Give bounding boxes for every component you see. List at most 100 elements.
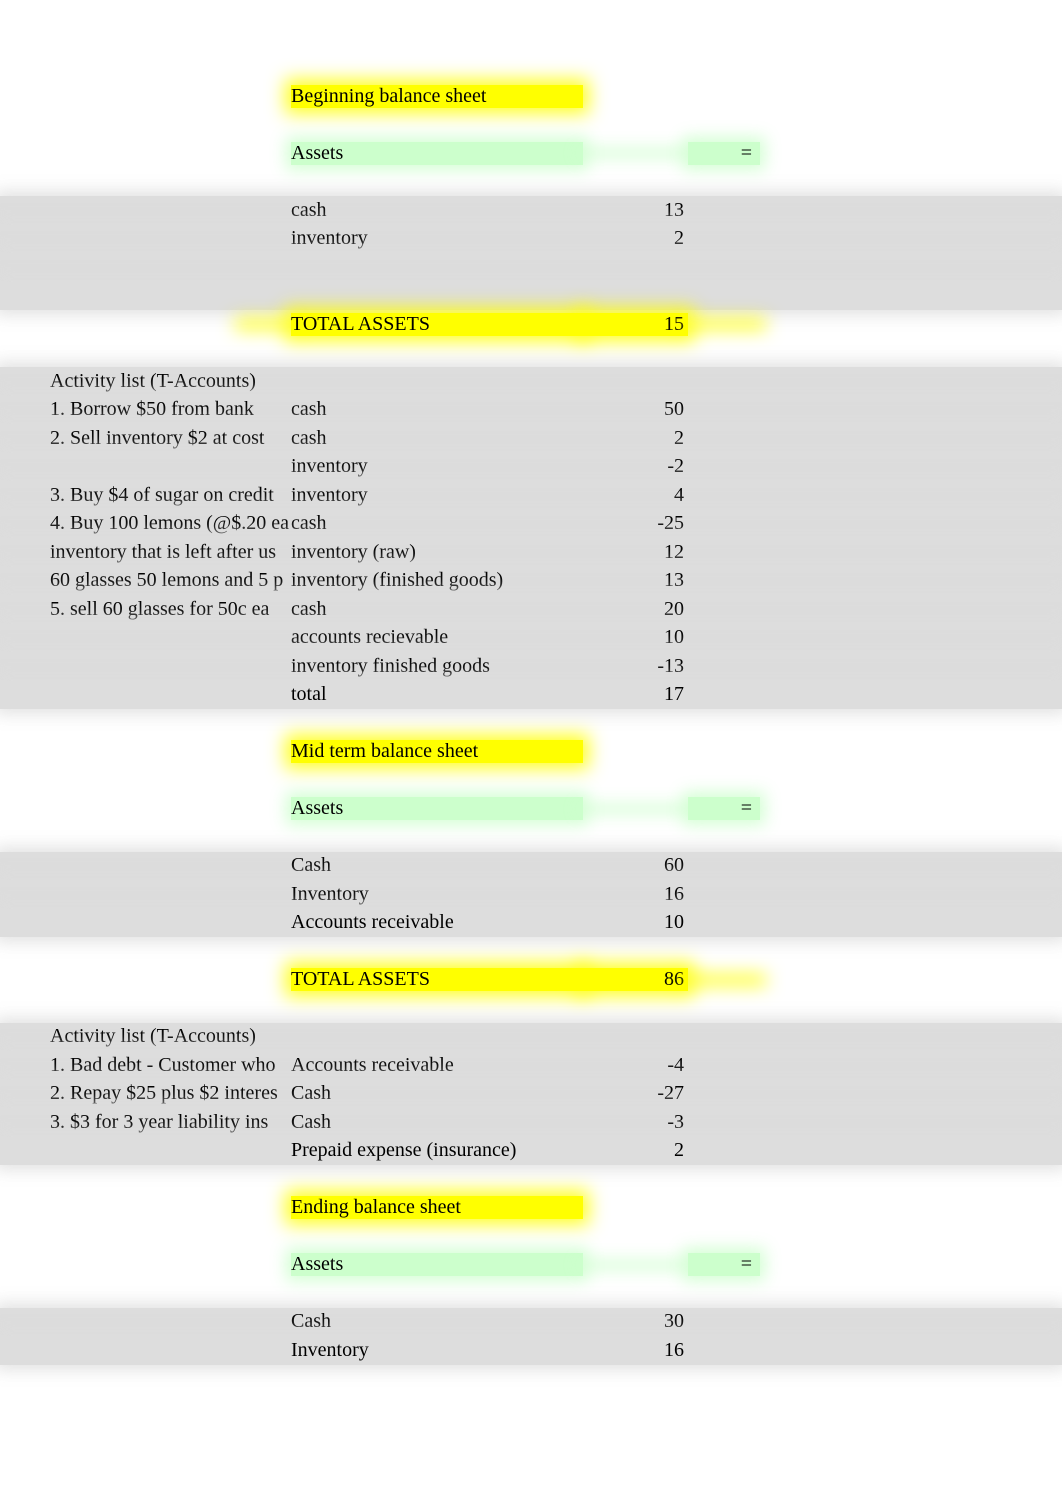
- activity-account: accounts recievable: [291, 626, 583, 649]
- activity-row: 1. Bad debt - Customer who Accounts rece…: [0, 1051, 1062, 1080]
- spacer-row: [0, 1279, 1062, 1308]
- activity-desc: 1. Borrow $50 from bank: [0, 398, 291, 421]
- asset-value: 16: [583, 883, 688, 906]
- activity-row: 3. $3 for 3 year liability ins Cash -3: [0, 1108, 1062, 1137]
- spacer-row: [0, 1165, 1062, 1194]
- asset-row: Inventory 16: [0, 880, 1062, 909]
- asset-label: Inventory: [291, 1339, 583, 1362]
- assets-label: Assets: [291, 1253, 583, 1276]
- activity-account: cash: [291, 512, 583, 535]
- activity-account: inventory (finished goods): [291, 569, 583, 592]
- activity-account: inventory (raw): [291, 541, 583, 564]
- activity-value: 20: [583, 598, 688, 621]
- spacer-row: [0, 766, 1062, 795]
- asset-value: 30: [583, 1310, 688, 1333]
- activity-value: 50: [583, 398, 688, 421]
- spacer-row: [0, 994, 1062, 1023]
- asset-row: Accounts receivable 10: [0, 909, 1062, 938]
- activity-value: 12: [583, 541, 688, 564]
- activity-desc: 1. Bad debt - Customer who: [0, 1054, 291, 1077]
- section-title-row: Beginning balance sheet: [0, 82, 1062, 111]
- assets-header-row: Assets =: [0, 1251, 1062, 1280]
- activity-value: 4: [583, 484, 688, 507]
- mid-title: Mid term balance sheet: [291, 740, 583, 763]
- spacer-row: [0, 709, 1062, 738]
- activity-account: cash: [291, 427, 583, 450]
- assets-header-row: Assets =: [0, 795, 1062, 824]
- activity-row: 2. Sell inventory $2 at cost cash 2: [0, 424, 1062, 453]
- activity-value: -25: [583, 512, 688, 535]
- activity-value: 10: [583, 626, 688, 649]
- activity-row: 3. Buy $4 of sugar on credit inventory 4: [0, 481, 1062, 510]
- activity-account: Cash: [291, 1111, 583, 1134]
- ending-title: Ending balance sheet: [291, 1196, 583, 1219]
- spacer-row: [0, 282, 1062, 311]
- assets-header-row: Assets =: [0, 139, 1062, 168]
- activity-account: inventory finished goods: [291, 655, 583, 678]
- asset-value: 60: [583, 854, 688, 877]
- asset-row: Cash 60: [0, 852, 1062, 881]
- activity-account: Prepaid expense (insurance): [291, 1139, 583, 1162]
- activity-value: 13: [583, 569, 688, 592]
- activity-value: 2: [583, 1139, 688, 1162]
- activity-row: 2. Repay $25 plus $2 interes Cash -27: [0, 1080, 1062, 1109]
- activity-value: -2: [583, 455, 688, 478]
- activity-row: 60 glasses 50 lemons and 5 p inventory (…: [0, 567, 1062, 596]
- activity-value: -4: [583, 1054, 688, 1077]
- asset-value: 10: [583, 911, 688, 934]
- activity-value: -27: [583, 1082, 688, 1105]
- activity-row: 5. sell 60 glasses for 50c ea cash 20: [0, 595, 1062, 624]
- asset-row: cash 13: [0, 196, 1062, 225]
- asset-value: 13: [583, 199, 688, 222]
- total-assets-label: TOTAL ASSETS: [291, 313, 583, 336]
- asset-value: 16: [583, 1339, 688, 1362]
- activity-desc: 60 glasses 50 lemons and 5 p: [0, 569, 291, 592]
- activity-value: -3: [583, 1111, 688, 1134]
- activity-desc: 2. Repay $25 plus $2 interes: [0, 1082, 291, 1105]
- activity-row: inventory that is left after us inventor…: [0, 538, 1062, 567]
- equals-sign: =: [688, 1253, 760, 1276]
- activity-account: cash: [291, 398, 583, 421]
- total-assets-label: TOTAL ASSETS: [291, 968, 583, 991]
- activity-row: Prepaid expense (insurance) 2: [0, 1137, 1062, 1166]
- activity-row: inventory -2: [0, 453, 1062, 482]
- activity-desc: inventory that is left after us: [0, 541, 291, 564]
- total-assets-value: 15: [583, 313, 688, 336]
- asset-row: Inventory 16: [0, 1336, 1062, 1365]
- activity-desc: 4. Buy 100 lemons (@$.20 ea: [0, 512, 291, 535]
- activity-account: inventory: [291, 455, 583, 478]
- activity-row: inventory finished goods -13: [0, 652, 1062, 681]
- spacer-row: [0, 168, 1062, 197]
- activity-row: total 17: [0, 681, 1062, 710]
- equals-sign: =: [688, 142, 760, 165]
- total-assets-row: TOTAL ASSETS 86: [0, 966, 1062, 995]
- asset-row: inventory 2: [0, 225, 1062, 254]
- spacer-row: [0, 937, 1062, 966]
- activity-value: 2: [583, 427, 688, 450]
- activity-value: 17: [583, 683, 688, 706]
- activity-account: cash: [291, 598, 583, 621]
- asset-label: Inventory: [291, 883, 583, 906]
- activity-desc: 3. $3 for 3 year liability ins: [0, 1111, 291, 1134]
- activity-account: total: [291, 683, 583, 706]
- activity-row: accounts recievable 10: [0, 624, 1062, 653]
- asset-label: Cash: [291, 1310, 583, 1333]
- asset-row: Cash 30: [0, 1308, 1062, 1337]
- spreadsheet-document: Beginning balance sheet Assets = cash 13…: [0, 0, 1062, 1365]
- activity-header-row: Activity list (T-Accounts): [0, 367, 1062, 396]
- total-assets-value: 86: [583, 968, 688, 991]
- spacer-row: [0, 339, 1062, 368]
- activity-row: 4. Buy 100 lemons (@$.20 ea cash -25: [0, 510, 1062, 539]
- section-title-row: Mid term balance sheet: [0, 738, 1062, 767]
- activity-desc: 3. Buy $4 of sugar on credit: [0, 484, 291, 507]
- activity-account: Cash: [291, 1082, 583, 1105]
- activity-value: -13: [583, 655, 688, 678]
- activity-account: Accounts receivable: [291, 1054, 583, 1077]
- section-title-row: Ending balance sheet: [0, 1194, 1062, 1223]
- assets-label: Assets: [291, 142, 583, 165]
- equals-sign: =: [688, 797, 760, 820]
- total-assets-row: TOTAL ASSETS 15: [0, 310, 1062, 339]
- activity-row: 1. Borrow $50 from bank cash 50: [0, 396, 1062, 425]
- activity-list-header: Activity list (T-Accounts): [0, 1025, 291, 1048]
- asset-label: inventory: [291, 227, 583, 250]
